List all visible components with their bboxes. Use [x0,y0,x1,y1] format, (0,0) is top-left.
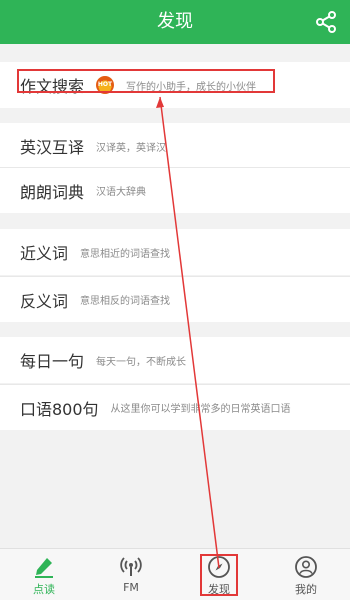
radio-icon [120,557,142,576]
list-item-title: 近义词 [20,244,69,263]
list-item-desc: 从这里你可以学到非常多的日常英语口语 [110,404,291,415]
discover-list: 作文搜索 HOT 写作的小助手，成长的小伙伴 英汉互译 汉译英，英译汉 朗朗词典… [0,44,350,548]
list-item-antonyms[interactable]: 反义词 意思相反的词语查找 [0,276,350,322]
list-item-title: 反义词 [20,291,69,311]
tab-label: 我的 [295,583,317,596]
annotation-tab-box [200,554,238,596]
tab-mine[interactable]: 我的 [262,549,350,600]
list-item-desc: 每天一句，不断成长 [96,356,187,368]
list-item-title: 英汉互译 [20,138,85,157]
list-item-spoken-english[interactable]: 口语800句 从这里你可以学到非常多的日常英语口语 [0,384,350,430]
list-item-desc: 意思相反的词语查找 [80,296,171,307]
list-item-daily-sentence[interactable]: 每日一句 每天一句，不断成长 [0,337,350,383]
list-item-desc: 意思相近的词语查找 [80,248,171,260]
list-item-title: 每日一句 [20,352,85,371]
list-item-synonyms[interactable]: 近义词 意思相近的词语查找 [0,229,350,275]
list-item-translate[interactable]: 英汉互译 汉译英，英译汉 [0,123,350,169]
list-item-title: 口语800句 [20,399,99,419]
share-icon[interactable] [314,10,338,34]
tab-label: 点读 [33,583,55,596]
annotation-highlight-box [17,69,275,93]
tab-read[interactable]: 点读 [0,549,88,600]
list-item-dictionary[interactable]: 朗朗词典 汉语大辞典 [0,167,350,213]
page-title: 发现 [157,11,193,32]
tab-label: FM [123,581,139,594]
bottom-tab-bar: 点读 FM 发现 我的 [0,548,350,600]
list-item-title: 朗朗词典 [20,182,85,202]
user-icon [295,556,317,578]
list-item-desc: 汉语大辞典 [96,187,147,198]
pen-icon [35,558,53,578]
header-bar: 发现 [0,0,350,44]
list-item-desc: 汉译英，英译汉 [96,142,167,154]
tab-fm[interactable]: FM [87,549,175,600]
